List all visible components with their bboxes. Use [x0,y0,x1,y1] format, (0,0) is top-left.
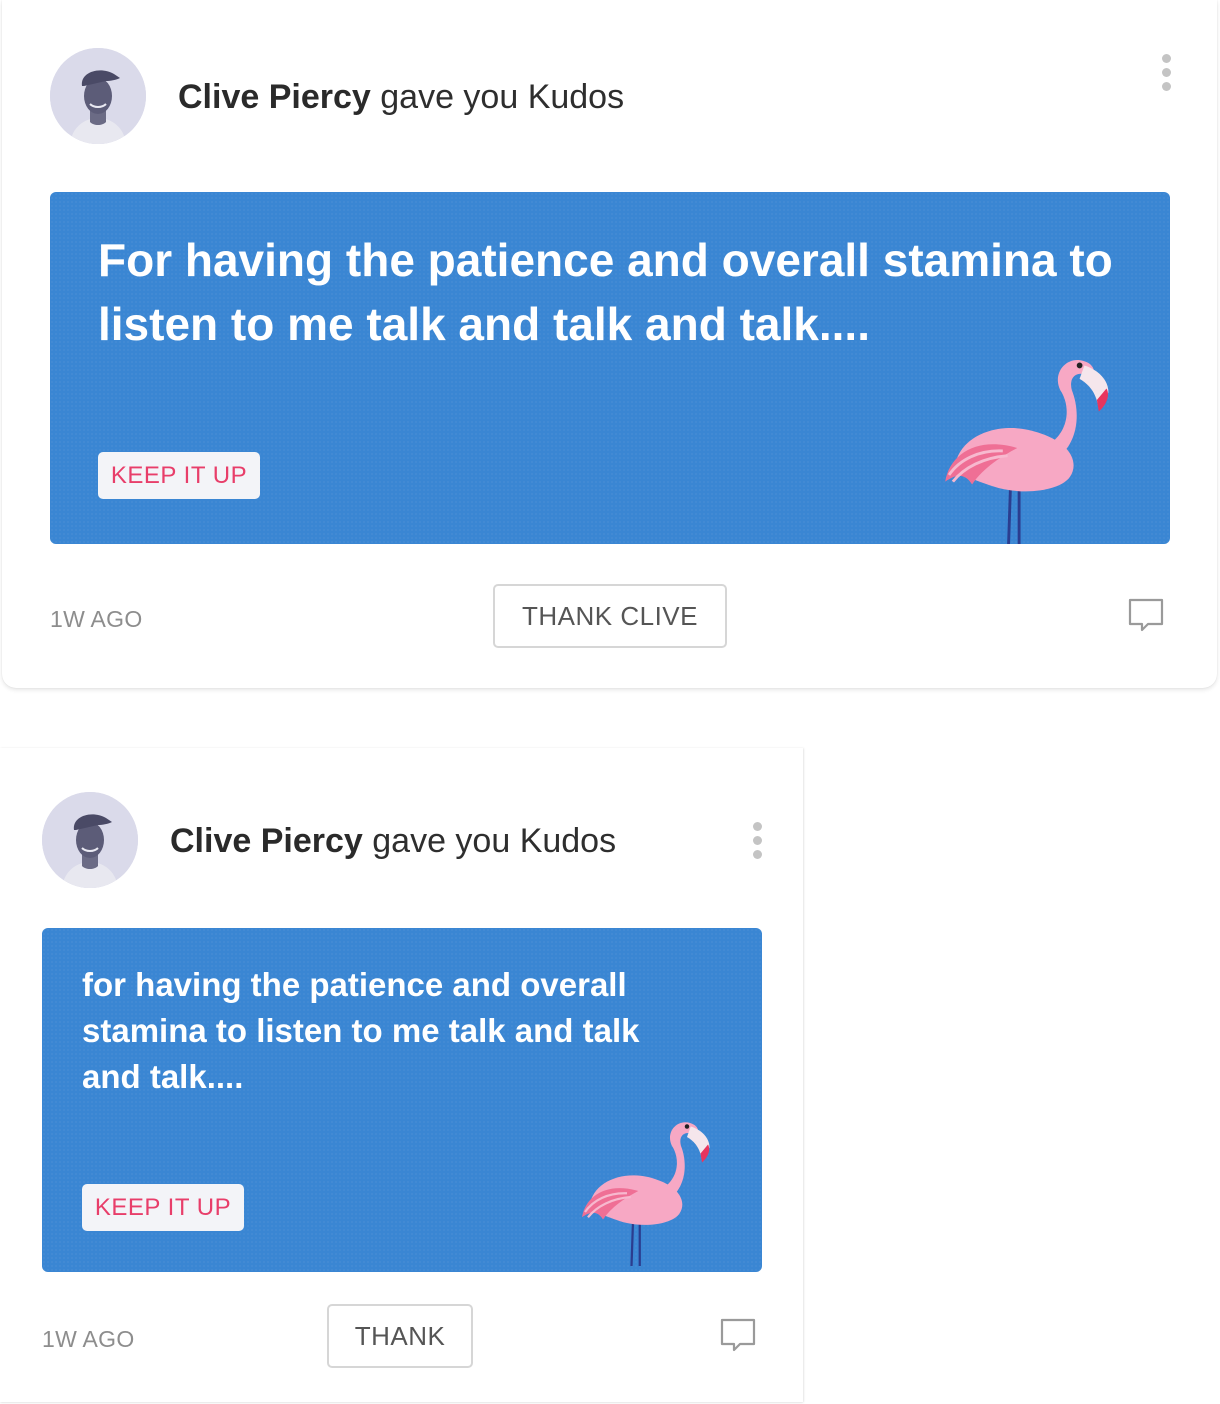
keep-it-up-badge: KEEP IT UP [82,1184,244,1231]
user-avatar-icon [42,792,138,888]
timestamp: 1W AGO [42,1326,135,1352]
author-name[interactable]: Clive Piercy [170,822,363,860]
timestamp: 1W AGO [50,606,143,632]
kudos-message: For having the patience and overall stam… [98,234,1113,350]
kudos-card: Clive Piercy gave you Kudos for having t… [0,748,803,1402]
comment-icon[interactable] [718,1316,758,1356]
card-header: Clive Piercy gave you Kudos [178,77,624,117]
comment-icon[interactable] [1126,596,1166,636]
author-name[interactable]: Clive Piercy [178,78,371,116]
kudos-banner: For having the patience and overall stam… [50,192,1170,544]
kudos-card: Clive Piercy gave you Kudos For having t… [2,0,1217,688]
avatar[interactable] [42,792,138,888]
kebab-menu-icon[interactable] [1159,52,1173,92]
keep-it-up-badge: KEEP IT UP [98,452,260,499]
card-header: Clive Piercy gave you Kudos [170,821,616,861]
flamingo-icon [922,352,1122,544]
kudos-message: for having the patience and overall stam… [82,966,640,1095]
user-avatar-icon [50,48,146,144]
thank-button[interactable]: THANK [327,1304,473,1368]
kudos-banner: for having the patience and overall stam… [42,928,762,1272]
thank-button[interactable]: THANK CLIVE [493,584,727,648]
action-text: gave you Kudos [380,78,625,116]
kebab-menu-icon[interactable] [750,820,764,860]
flamingo-icon [567,1110,717,1272]
avatar[interactable] [50,48,146,144]
action-text: gave you Kudos [372,822,617,860]
